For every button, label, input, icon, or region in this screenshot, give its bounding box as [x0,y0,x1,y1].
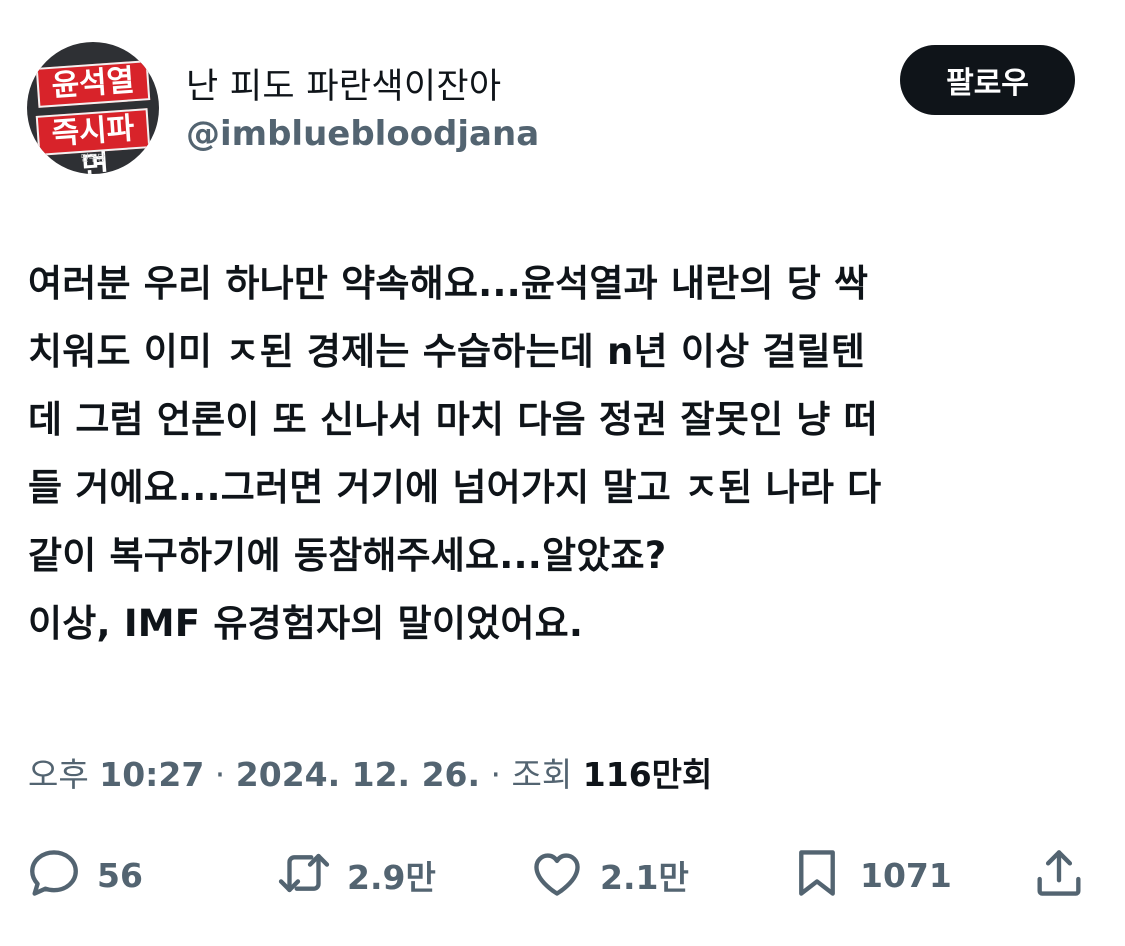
tweet-text-line: 치워도 이미 ㅈ된 경제는 수습하는데 n년 이상 걸릴텐 [28,330,866,373]
timestamp-time[interactable]: 10:27 [99,755,204,794]
share-icon [1030,844,1088,906]
reply-icon [25,844,83,906]
meta-separator: · [480,755,512,794]
tweet-text-line: 여러분 우리 하나만 약속해요...윤석열과 내란의 당 싹 [28,262,869,305]
follow-button[interactable]: 팔로우 [900,45,1075,115]
meta-separator: · [204,755,236,794]
heart-icon [528,844,586,906]
tweet-text-line: 이상, IMF 유경험자의 말이었어요. [28,602,584,645]
avatar-small-text: 민주당 [80,154,106,164]
avatar-text-line1: 윤석열 [35,60,151,108]
bookmark-button[interactable]: 1071 [788,840,952,910]
views-unit: 만회 [651,755,713,794]
tweet-text-line: 데 그럼 언론이 또 신나서 마치 다음 정권 잘못인 냥 떠 [28,398,878,441]
tweet-meta: 오후 10:27 · 2024. 12. 26. · 조회 116만회 [28,748,712,796]
timestamp-ampm[interactable]: 오후 [28,755,89,794]
like-button[interactable]: 2.1만 [528,840,689,910]
bookmark-icon [788,844,846,906]
retweet-count: 2.9만 [347,858,436,897]
display-name[interactable]: 난 피도 파란색이잔아 [186,58,501,109]
retweet-button[interactable]: 2.9만 [275,840,436,910]
views-number[interactable]: 116 [583,755,652,794]
avatar-text-line2: 즉시파면 [35,108,151,174]
tweet-text-line: 같이 복구하기에 동참해주세요...알았죠? [28,534,667,577]
tweet-text: 여러분 우리 하나만 약속해요...윤석열과 내란의 당 싹 치워도 이미 ㅈ된… [28,250,1098,658]
reply-count: 56 [97,855,143,895]
reply-button[interactable]: 56 [25,840,143,910]
tweet-text-line: 들 거에요...그러면 거기에 넘어가지 말고 ㅈ된 나라 다 [28,466,882,509]
bookmark-count: 1071 [860,855,952,895]
views-label: 조회 [511,755,573,794]
like-count: 2.1만 [600,858,689,897]
timestamp-date[interactable]: 2024. 12. 26. [236,755,480,794]
avatar[interactable]: 윤석열 즉시파면 민주당 [27,42,159,174]
action-bar: 56 2.9만 2.1만 1071 [0,840,1125,910]
retweet-icon [275,844,333,906]
user-handle[interactable]: @imbluebloodjana [186,114,539,154]
tweet-card: 윤석열 즉시파면 민주당 난 피도 파란색이잔아 @imbluebloodjan… [0,0,1125,946]
share-button[interactable] [1030,840,1088,910]
